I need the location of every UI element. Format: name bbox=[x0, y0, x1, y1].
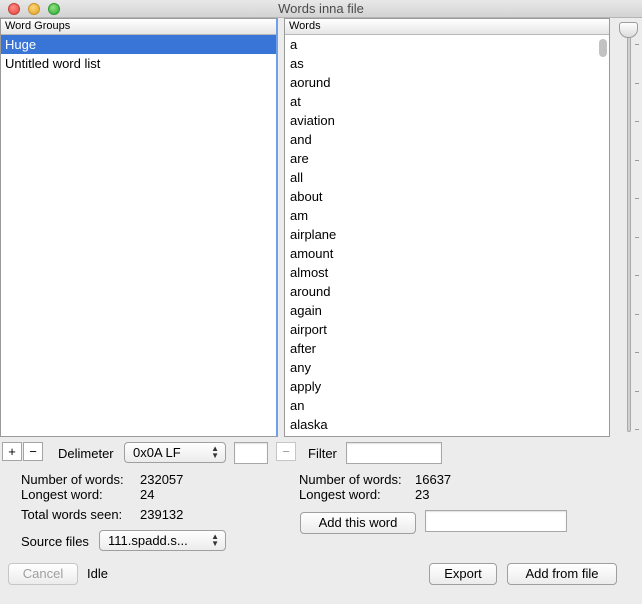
add-group-button[interactable]: + bbox=[2, 442, 22, 461]
word-item[interactable]: airport bbox=[285, 320, 609, 339]
word-item[interactable]: an bbox=[285, 396, 609, 415]
filter-label: Filter bbox=[308, 446, 337, 461]
word-item[interactable]: almost bbox=[285, 263, 609, 282]
add-this-word-button[interactable]: Add this word bbox=[300, 512, 416, 534]
slider-tick bbox=[635, 159, 639, 161]
left-longest-word-value: 24 bbox=[140, 487, 155, 502]
word-item[interactable]: at bbox=[285, 92, 609, 111]
word-item[interactable]: airplane bbox=[285, 225, 609, 244]
vertical-slider[interactable] bbox=[619, 22, 639, 436]
source-files-value: 111.spadd.s... bbox=[108, 533, 188, 548]
right-number-of-words-value: 16637 bbox=[415, 472, 452, 487]
words-rows: a as aorund at aviation and are all about am airpl… bbox=[285, 35, 609, 434]
left-number-of-words-value: 232057 bbox=[140, 472, 184, 487]
word-item[interactable]: about bbox=[285, 187, 609, 206]
slider-tick bbox=[635, 275, 639, 276]
right-longest-word-value: 23 bbox=[415, 487, 430, 502]
remove-word-button[interactable]: − bbox=[276, 442, 296, 461]
word-item[interactable]: around bbox=[285, 282, 609, 301]
words-header[interactable]: Words bbox=[285, 19, 609, 35]
right-number-of-words-label: Number of words: bbox=[299, 472, 402, 487]
slider-tick bbox=[635, 352, 639, 353]
slider-tick bbox=[635, 44, 639, 45]
slider-knob[interactable] bbox=[619, 22, 638, 38]
add-from-file-button[interactable]: Add from file bbox=[507, 563, 617, 585]
slider-tick bbox=[635, 429, 639, 430]
word-item[interactable]: after bbox=[285, 339, 609, 358]
filter-input[interactable] bbox=[346, 442, 442, 464]
word-groups-list[interactable]: Word Groups Huge Untitled word list bbox=[0, 18, 278, 437]
source-files-popup[interactable]: 111.spadd.s... ▲ ▼ bbox=[99, 530, 226, 551]
word-item[interactable]: apply bbox=[285, 377, 609, 396]
delimiter-popup[interactable]: 0x0A LF ▲ ▼ bbox=[124, 442, 226, 463]
left-number-of-words-label: Number of words: bbox=[21, 472, 124, 487]
slider-tick bbox=[635, 313, 639, 315]
word-item[interactable]: and bbox=[285, 130, 609, 149]
popup-arrows-icon: ▲ ▼ bbox=[211, 532, 219, 548]
word-item[interactable]: are bbox=[285, 149, 609, 168]
delimiter-custom-field[interactable] bbox=[234, 442, 268, 464]
word-group-item[interactable]: Huge bbox=[1, 35, 276, 54]
window-title: Words inna file bbox=[278, 1, 364, 16]
slider-tick bbox=[635, 390, 639, 392]
popup-arrows-icon: ▲ ▼ bbox=[211, 444, 219, 460]
word-item[interactable]: amount bbox=[285, 244, 609, 263]
right-longest-word-label: Longest word: bbox=[299, 487, 381, 502]
word-groups-rows: Huge Untitled word list bbox=[1, 35, 276, 73]
words-list[interactable]: Words a as aorund at aviation and are all about a… bbox=[284, 18, 610, 437]
remove-group-button[interactable]: − bbox=[23, 442, 43, 461]
word-item[interactable]: a bbox=[285, 35, 609, 54]
slider-tick bbox=[635, 198, 639, 199]
total-words-seen-value: 239132 bbox=[140, 507, 184, 522]
slider-tick bbox=[635, 121, 639, 122]
slider-tick bbox=[635, 82, 639, 84]
word-item[interactable]: aviation bbox=[285, 111, 609, 130]
add-word-input[interactable] bbox=[425, 510, 567, 532]
export-button[interactable]: Export bbox=[429, 563, 497, 585]
delimiter-value: 0x0A LF bbox=[133, 445, 181, 460]
words-scrollbar[interactable] bbox=[599, 39, 607, 57]
word-item[interactable]: all bbox=[285, 168, 609, 187]
slider-rail bbox=[627, 30, 631, 432]
word-item[interactable]: again bbox=[285, 301, 609, 320]
left-longest-word-label: Longest word: bbox=[21, 487, 103, 502]
word-item[interactable]: alaska bbox=[285, 415, 609, 434]
delimiter-label: Delimeter bbox=[58, 446, 114, 461]
status-text: Idle bbox=[87, 566, 108, 581]
slider-tick bbox=[635, 236, 639, 238]
word-group-item[interactable]: Untitled word list bbox=[1, 54, 276, 73]
source-files-label: Source files bbox=[21, 534, 89, 549]
word-item[interactable]: any bbox=[285, 358, 609, 377]
word-item[interactable]: am bbox=[285, 206, 609, 225]
word-item[interactable]: aorund bbox=[285, 73, 609, 92]
cancel-button[interactable]: Cancel bbox=[8, 563, 78, 585]
title-bar[interactable]: Words inna file bbox=[0, 0, 642, 18]
word-item[interactable]: as bbox=[285, 54, 609, 73]
total-words-seen-label: Total words seen: bbox=[21, 507, 123, 522]
main-window: Words inna file Word Groups Huge Untitled… bbox=[0, 0, 642, 604]
word-groups-header[interactable]: Word Groups bbox=[1, 19, 276, 35]
